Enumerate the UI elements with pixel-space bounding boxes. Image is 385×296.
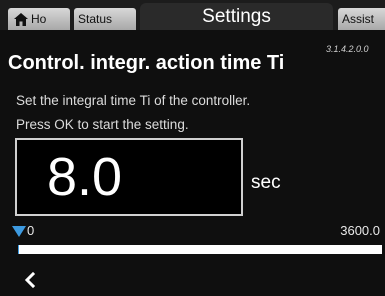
slider-fill <box>18 245 19 254</box>
tab-home[interactable]: Ho <box>8 8 70 30</box>
slider-min-label: 0 <box>27 223 35 238</box>
description-line-2: Press OK to start the setting. <box>16 117 189 132</box>
tab-settings-label: Settings <box>202 6 271 27</box>
unit-label: sec <box>251 172 281 193</box>
value-text: 8.0 <box>47 147 123 207</box>
tab-settings[interactable]: Settings <box>140 3 333 30</box>
screen-id: 3.1.4.2.0.0 <box>326 44 369 54</box>
tab-status-label: Status <box>78 12 113 26</box>
tab-home-label: Ho <box>31 12 47 26</box>
tab-status[interactable]: Status <box>74 8 136 30</box>
slider-max-label: 3600.0 <box>340 223 380 238</box>
back-arrow-icon[interactable] <box>22 272 38 288</box>
page-title: Control. integr. action time Ti <box>8 52 285 74</box>
slider-track[interactable] <box>18 245 382 254</box>
value-field[interactable]: 8.0 <box>15 138 243 216</box>
slider-marker[interactable] <box>12 226 26 237</box>
home-icon <box>14 13 28 26</box>
tab-bar: Ho Status Settings Assist <box>0 0 385 30</box>
description-line-1: Set the integral time Ti of the controll… <box>16 93 251 108</box>
tab-assist-label: Assist <box>342 12 375 26</box>
tab-assist[interactable]: Assist <box>338 8 385 30</box>
